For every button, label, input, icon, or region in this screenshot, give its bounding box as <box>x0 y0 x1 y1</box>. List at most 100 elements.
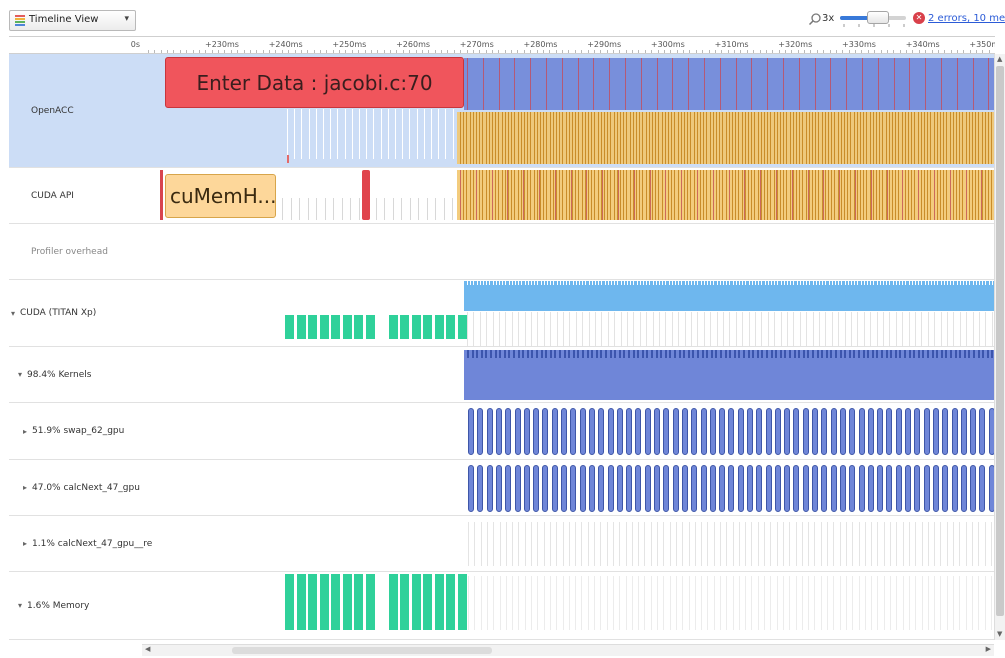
kernel-instance[interactable] <box>933 408 939 455</box>
kernel-instance[interactable] <box>877 465 883 512</box>
kernel-instance[interactable] <box>868 465 874 512</box>
kernel-instance[interactable] <box>552 408 558 455</box>
kernel-instance[interactable] <box>645 408 651 455</box>
timeline-row-label[interactable]: CUDA API <box>9 168 142 223</box>
kernel-instance[interactable] <box>784 408 790 455</box>
kernel-instance[interactable] <box>505 408 511 455</box>
kernel-instance[interactable] <box>468 408 474 455</box>
kernel-instance[interactable] <box>626 465 632 512</box>
kernel-instance[interactable] <box>924 465 930 512</box>
memcpy-block[interactable] <box>320 315 329 339</box>
kernel-instance[interactable] <box>914 465 920 512</box>
kernel-instance[interactable] <box>812 408 818 455</box>
kernel-instance[interactable] <box>952 408 958 455</box>
memory-transfer[interactable] <box>412 574 421 630</box>
cuda-api-call-marker[interactable] <box>160 170 163 220</box>
kernel-instance[interactable] <box>821 408 827 455</box>
expand-right-icon[interactable]: ▸ <box>23 483 27 492</box>
cuda-api-sync-call[interactable] <box>362 170 370 220</box>
memcpy-block[interactable] <box>308 315 317 339</box>
kernel-instance[interactable] <box>645 465 651 512</box>
kernel-instance[interactable] <box>477 465 483 512</box>
view-select-dropdown[interactable]: Timeline View ▾ <box>9 10 136 31</box>
scroll-down-icon[interactable]: ▼ <box>997 630 1002 638</box>
timeline-row[interactable]: ▸ 1.1% calcNext_47_gpu__re <box>9 516 994 572</box>
kernel-instance[interactable] <box>961 408 967 455</box>
kernel-instance[interactable] <box>933 465 939 512</box>
kernel-instance[interactable] <box>617 408 623 455</box>
kernel-instance[interactable] <box>533 465 539 512</box>
memcpy-block[interactable] <box>400 315 409 339</box>
kernel-instance[interactable] <box>849 465 855 512</box>
kernel-instance[interactable] <box>654 408 660 455</box>
kernel-instance[interactable] <box>561 465 567 512</box>
kernel-instance[interactable] <box>524 408 530 455</box>
timeline-row-label[interactable]: ▾ CUDA (TITAN Xp) <box>9 280 142 346</box>
kernel-instance[interactable] <box>617 465 623 512</box>
memcpy-block[interactable] <box>354 315 363 339</box>
memory-transfer[interactable] <box>366 574 375 630</box>
scroll-up-icon[interactable]: ▲ <box>997 55 1002 63</box>
expand-down-icon[interactable]: ▾ <box>18 601 22 610</box>
timeline-row[interactable]: OpenACC Enter Data : jacobi.c:70 <box>9 54 994 168</box>
kernel-instance[interactable] <box>756 408 762 455</box>
timeline-row[interactable]: CUDA API cuMemH... <box>9 168 994 224</box>
kernel-instance[interactable] <box>775 465 781 512</box>
kernel-instance[interactable] <box>542 408 548 455</box>
kernel-instance[interactable] <box>468 465 474 512</box>
memory-transfer[interactable] <box>423 574 432 630</box>
memcpy-block[interactable] <box>285 315 294 339</box>
kernel-instance[interactable] <box>533 408 539 455</box>
kernel-instance[interactable] <box>979 408 985 455</box>
memory-transfer[interactable] <box>320 574 329 630</box>
memcpy-block[interactable] <box>458 315 467 339</box>
timeline-row-label[interactable]: ▾ 1.6% Memory <box>9 572 142 639</box>
kernel-instance[interactable] <box>515 465 521 512</box>
kernel-instance[interactable] <box>710 465 716 512</box>
timeline-row-label[interactable]: ▸ 47.0% calcNext_47_gpu <box>9 460 142 515</box>
kernel-instance[interactable] <box>924 408 930 455</box>
kernel-instance[interactable] <box>775 408 781 455</box>
kernel-instance[interactable] <box>598 465 604 512</box>
cumemhost-call[interactable]: cuMemH... <box>165 174 276 218</box>
memory-transfer[interactable] <box>446 574 455 630</box>
errors-messages-link[interactable]: 2 errors, 10 messages <box>928 13 1005 24</box>
kernel-instance[interactable] <box>710 408 716 455</box>
memory-transfer[interactable] <box>285 574 294 630</box>
memory-transfer[interactable] <box>297 574 306 630</box>
memcpy-block[interactable] <box>366 315 375 339</box>
kernel-instance[interactable] <box>673 408 679 455</box>
memcpy-block[interactable] <box>297 315 306 339</box>
kernel-instance[interactable] <box>487 408 493 455</box>
expand-right-icon[interactable]: ▸ <box>23 539 27 548</box>
kernel-instance[interactable] <box>877 408 883 455</box>
memcpy-block[interactable] <box>343 315 352 339</box>
timeline-lane[interactable]: cuMemH... <box>142 168 994 223</box>
kernel-instance[interactable] <box>654 465 660 512</box>
kernel-instance[interactable] <box>905 408 911 455</box>
expand-down-icon[interactable]: ▾ <box>11 309 15 318</box>
kernel-instance[interactable] <box>477 408 483 455</box>
kernel-instance[interactable] <box>719 408 725 455</box>
kernel-instance[interactable] <box>896 408 902 455</box>
memory-transfer[interactable] <box>343 574 352 630</box>
kernel-instance[interactable] <box>756 465 762 512</box>
timeline-lane[interactable] <box>142 516 994 571</box>
kernel-instance[interactable] <box>849 408 855 455</box>
kernel-instance[interactable] <box>859 465 865 512</box>
kernel-instance[interactable] <box>886 465 892 512</box>
memory-transfer[interactable] <box>308 574 317 630</box>
memcpy-block[interactable] <box>435 315 444 339</box>
expand-right-icon[interactable]: ▸ <box>23 427 27 436</box>
horizontal-scrollbar[interactable]: ◀ ▶ <box>142 644 994 656</box>
memory-transfer[interactable] <box>400 574 409 630</box>
kernel-instance[interactable] <box>515 408 521 455</box>
kernel-instance[interactable] <box>598 408 604 455</box>
kernel-instance[interactable] <box>487 465 493 512</box>
kernel-instance[interactable] <box>570 408 576 455</box>
enter-data-event[interactable]: Enter Data : jacobi.c:70 <box>165 57 464 108</box>
kernel-instance[interactable] <box>961 465 967 512</box>
kernel-instance[interactable] <box>812 465 818 512</box>
kernel-instance[interactable] <box>793 408 799 455</box>
scroll-left-icon[interactable]: ◀ <box>145 645 150 653</box>
